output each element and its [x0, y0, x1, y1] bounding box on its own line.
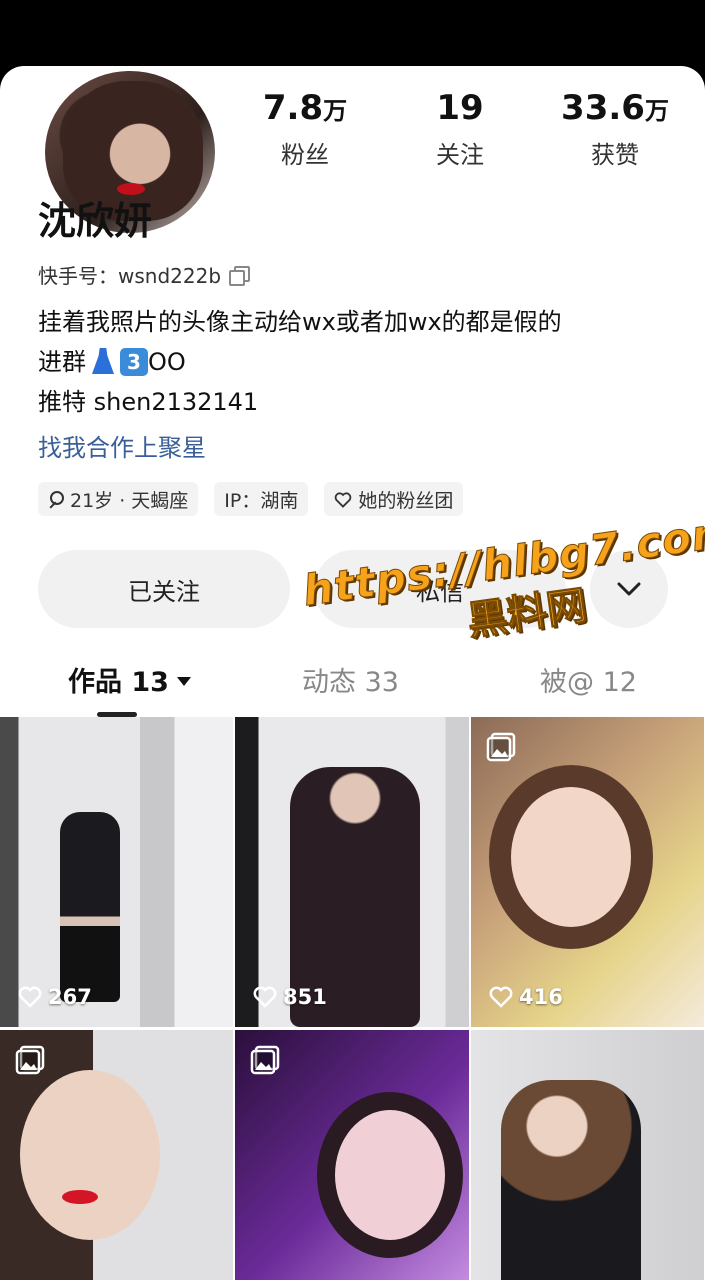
- female-gender-icon: [48, 491, 64, 507]
- fan-group-heart-icon: [334, 491, 352, 508]
- post-photo: [335, 1110, 445, 1240]
- post-photo: [60, 812, 120, 1002]
- following-button[interactable]: 已关注: [38, 550, 290, 628]
- heart-icon: [489, 986, 513, 1008]
- bio-line-2-suffix: OO: [148, 348, 186, 376]
- album-icon: [250, 1045, 280, 1075]
- tag-fan-group-text: 她的粉丝团: [358, 489, 454, 512]
- tab-works[interactable]: 作品 13: [68, 660, 191, 699]
- more-button[interactable]: [590, 550, 668, 628]
- tag-ip-text: IP：湖南: [224, 489, 299, 512]
- tag-ip: IP：湖南: [214, 482, 309, 516]
- heart-icon: [253, 986, 277, 1008]
- keycap-icon: 3: [120, 348, 148, 376]
- post-photo: [20, 1070, 160, 1240]
- message-button[interactable]: 私信: [314, 550, 566, 628]
- stat-fans-value: 7.8万: [262, 88, 348, 128]
- tab-mentions[interactable]: 被@ 12: [540, 660, 637, 699]
- post-likes: 267: [18, 985, 92, 1009]
- stat-following-value: 19: [436, 88, 484, 128]
- copy-icon[interactable]: [229, 265, 251, 286]
- tag-age-text: 21岁 · 天蝎座: [70, 489, 189, 512]
- stat-likes-label: 获赞: [591, 141, 639, 169]
- post-thumbnail[interactable]: 267: [0, 717, 233, 1027]
- stat-following[interactable]: 19 关注: [385, 86, 535, 170]
- post-photo-detail: [62, 1190, 98, 1204]
- profile-name: 沈欣妍: [38, 199, 153, 243]
- post-thumbnail[interactable]: [235, 1030, 469, 1280]
- cooperation-link[interactable]: 找我合作上聚星: [38, 428, 206, 463]
- post-photo: [501, 1080, 641, 1280]
- kuaishou-id[interactable]: 快手号：wsnd222b: [38, 260, 251, 289]
- content-tabs: 作品 13 动态 33 被@ 12: [0, 652, 705, 717]
- post-thumbnail[interactable]: 416: [471, 717, 704, 1027]
- tab-works-label: 作品 13: [68, 667, 169, 698]
- bio-line-2: 进群 3 OO: [38, 342, 678, 382]
- profile-tags: 21岁 · 天蝎座 IP：湖南 她的粉丝团: [38, 482, 464, 516]
- heart-icon: [18, 986, 42, 1008]
- post-likes: 851: [253, 985, 327, 1009]
- stat-likes[interactable]: 33.6万 获赞: [540, 86, 690, 170]
- bio-line-3: 推特 shen2132141: [38, 388, 259, 416]
- post-likes-count: 267: [48, 985, 92, 1009]
- tab-moments[interactable]: 动态 33: [302, 660, 399, 699]
- stat-following-label: 关注: [436, 141, 484, 169]
- album-icon: [486, 732, 516, 762]
- post-thumbnail[interactable]: [471, 1030, 704, 1280]
- profile-stats: 7.8万 粉丝 19 关注 33.6万 获赞: [230, 86, 690, 170]
- post-photo: [511, 787, 631, 927]
- tag-fan-group[interactable]: 她的粉丝团: [324, 482, 464, 516]
- post-likes-count: 851: [283, 985, 327, 1009]
- bio-line-1: 挂着我照片的头像主动给wx或者加wx的都是假的: [38, 308, 562, 336]
- bio-line-2-text: 进群: [38, 348, 86, 376]
- profile-actions: 已关注 私信: [38, 550, 668, 628]
- dress-icon: [92, 348, 114, 374]
- post-thumbnail[interactable]: 851: [235, 717, 469, 1027]
- stat-fans-label: 粉丝: [281, 141, 329, 169]
- status-bar-area: [0, 0, 705, 70]
- caret-down-icon: [176, 677, 191, 686]
- chevron-down-icon: [617, 582, 641, 596]
- stat-likes-value: 33.6万: [561, 88, 669, 128]
- kuaishou-id-text: 快手号：wsnd222b: [38, 264, 222, 288]
- profile-bio: 挂着我照片的头像主动给wx或者加wx的都是假的 进群 3 OO 推特 shen213…: [38, 302, 678, 422]
- post-thumbnail[interactable]: [0, 1030, 233, 1280]
- stat-fans[interactable]: 7.8万 粉丝: [230, 86, 380, 170]
- post-likes: 416: [489, 985, 563, 1009]
- post-likes-count: 416: [519, 985, 563, 1009]
- tag-age: 21岁 · 天蝎座: [38, 482, 199, 516]
- posts-grid: 267 851 416: [0, 717, 705, 1280]
- album-icon: [15, 1045, 45, 1075]
